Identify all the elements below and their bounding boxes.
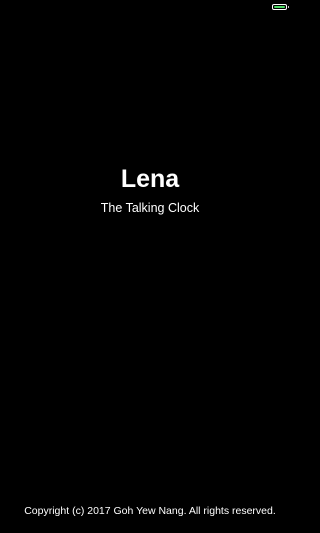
status-bar <box>0 0 300 14</box>
app-title: Lena <box>120 165 180 193</box>
battery-fill <box>274 6 285 8</box>
battery-icon <box>272 4 289 10</box>
app-subtitle: The Talking Clock <box>100 201 200 215</box>
copyright-text: Copyright (c) 2017 Goh Yew Nang. All rig… <box>24 505 276 517</box>
splash-screen: Lena The Talking Clock Copyright (c) 201… <box>0 0 300 533</box>
